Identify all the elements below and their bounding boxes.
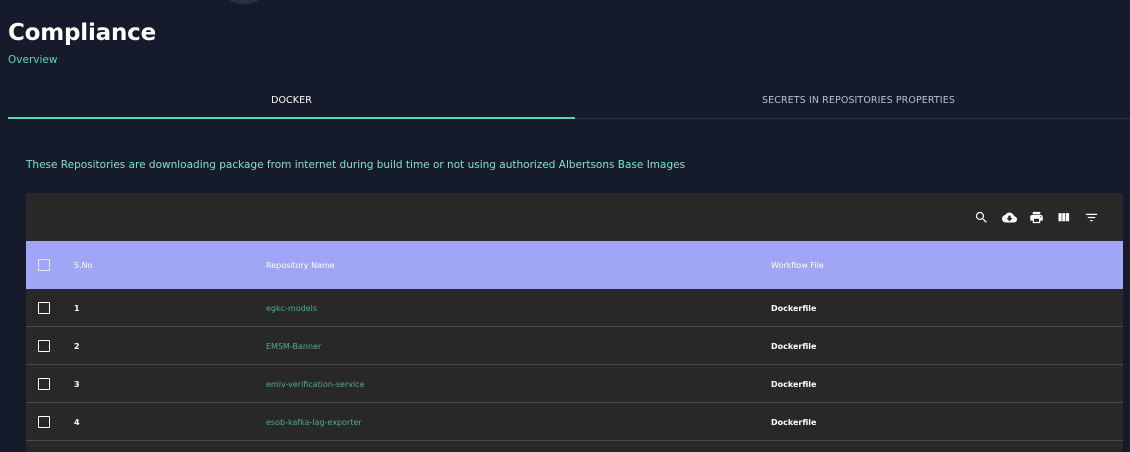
select-all-checkbox[interactable] — [38, 259, 50, 271]
tab-docker[interactable]: DOCKER — [8, 82, 575, 119]
table-header-row: S.No Repository Name Workflow File — [26, 241, 1123, 289]
row-workflow-file: Dockerfile — [771, 303, 817, 313]
row-repository-name[interactable]: EMSM-Banner — [266, 327, 321, 365]
columns-icon[interactable] — [1054, 208, 1072, 226]
row-repository-name[interactable]: esob-kafka-lag-exporter — [266, 403, 362, 441]
row-checkbox[interactable] — [38, 302, 50, 314]
row-sno: 1 — [74, 303, 80, 313]
table-row[interactable]: 3 emiv-verification-service Dockerfile — [26, 365, 1123, 403]
row-sno: 3 — [74, 379, 80, 389]
print-icon[interactable] — [1027, 208, 1045, 226]
row-checkbox[interactable] — [38, 340, 50, 352]
column-header-repository-name[interactable]: Repository Name — [266, 241, 335, 289]
row-workflow-file: Dockerfile — [771, 379, 817, 389]
column-header-workflow-file[interactable]: Workflow File — [771, 241, 824, 289]
tab-bar: DOCKER SECRETS IN REPOSITORIES PROPERTIE… — [8, 82, 1130, 119]
repositories-table: S.No Repository Name Workflow File 1 egk… — [26, 193, 1123, 452]
row-checkbox[interactable] — [38, 378, 50, 390]
search-icon[interactable] — [972, 208, 990, 226]
column-header-sno[interactable]: S.No — [74, 241, 93, 289]
row-repository-name[interactable]: emiv-verification-service — [266, 365, 365, 403]
page-subtitle: Overview — [8, 54, 58, 66]
row-repository-name[interactable]: egkc-models — [266, 289, 317, 327]
decorative-shape — [226, 0, 262, 4]
row-sno: 2 — [74, 341, 80, 351]
table-row[interactable]: 1 egkc-models Dockerfile — [26, 289, 1123, 327]
row-checkbox[interactable] — [38, 416, 50, 428]
tab-secrets-in-repositories-properties[interactable]: SECRETS IN REPOSITORIES PROPERTIES — [575, 82, 1130, 119]
row-sno: 4 — [74, 417, 80, 427]
info-message: These Repositories are downloading packa… — [26, 159, 686, 171]
row-workflow-file: Dockerfile — [771, 341, 817, 351]
compliance-page: Compliance Overview DOCKER SECRETS IN RE… — [0, 0, 1130, 452]
row-workflow-file: Dockerfile — [771, 417, 817, 427]
table-row[interactable]: 2 EMSM-Banner Dockerfile — [26, 327, 1123, 365]
download-icon[interactable] — [1000, 208, 1018, 226]
page-title: Compliance — [8, 20, 157, 46]
filter-icon[interactable] — [1082, 208, 1100, 226]
table-toolbar — [26, 193, 1123, 241]
table-row[interactable]: 4 esob-kafka-lag-exporter Dockerfile — [26, 403, 1123, 441]
active-tab-indicator — [8, 117, 575, 119]
